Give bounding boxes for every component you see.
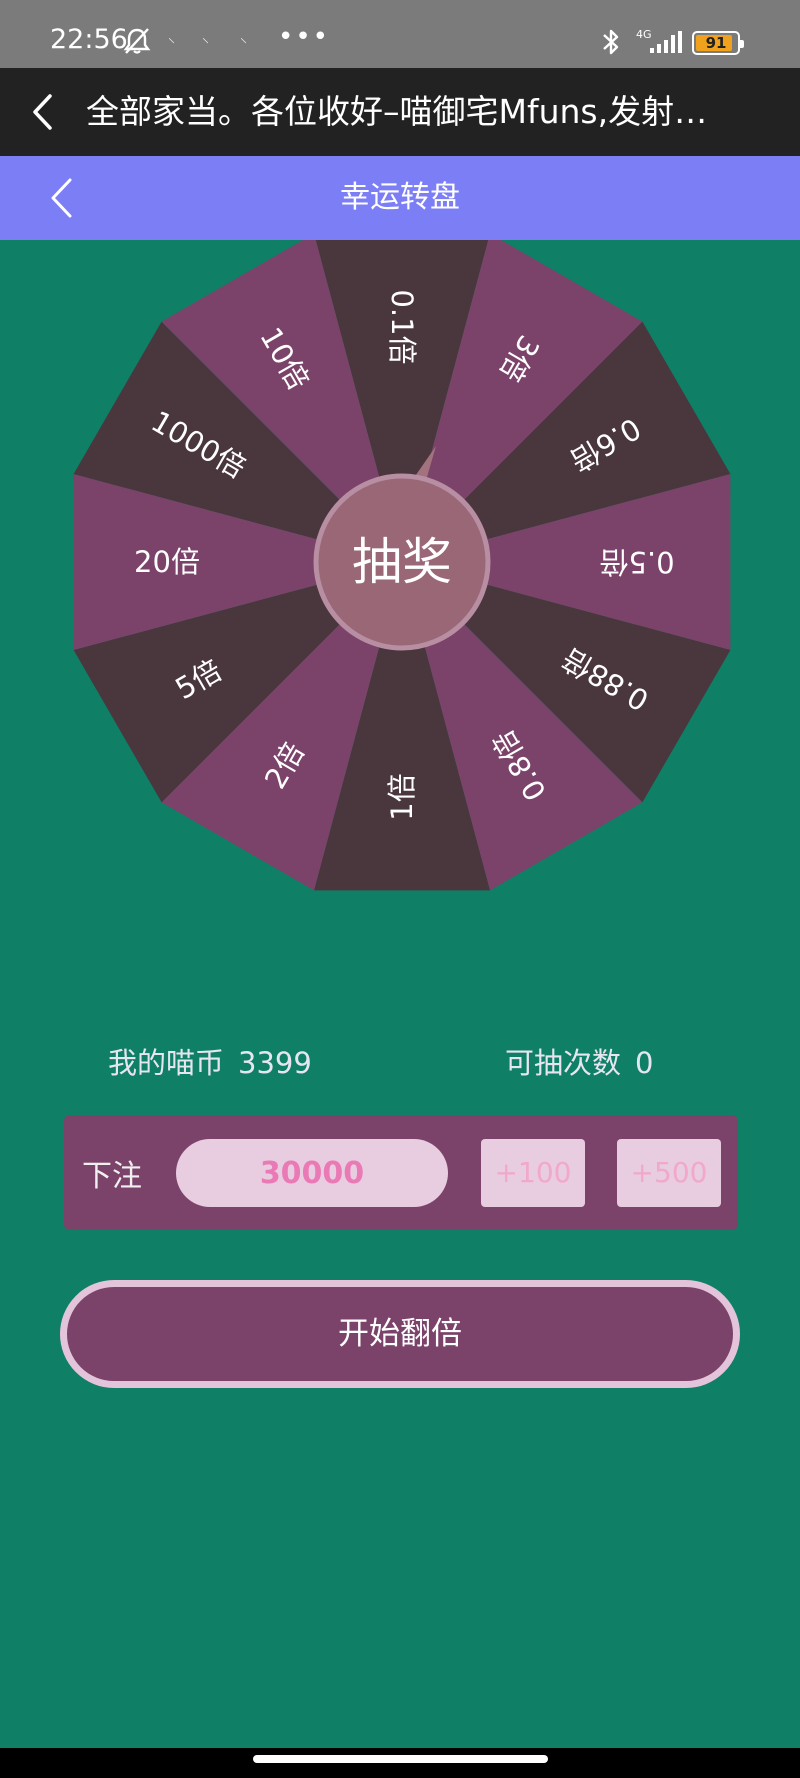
notification-icon: ⸌ xyxy=(202,36,209,52)
page-header: 幸运转盘 xyxy=(0,156,800,240)
draws-label: 可抽次数 xyxy=(505,1046,622,1080)
coins-value: 3399 xyxy=(238,1046,312,1080)
draws-stat: 可抽次数 0 xyxy=(505,1040,653,1082)
lucky-wheel: 0.1倍 3倍0.6倍0.5倍0.88倍0.8倍1倍2倍5倍20倍1000倍10倍… xyxy=(73,240,731,891)
app-bar: 全部家当。各位收好–喵御宅Mfuns,发射… xyxy=(0,68,800,156)
battery-tip xyxy=(740,40,744,48)
wheel-segment-label: 0.5倍 xyxy=(599,545,674,579)
status-bar: 22:56 ⸌ ⸌ ⸌ ••• 4G 91 xyxy=(0,0,800,68)
wheel-segment-label: 1倍 xyxy=(385,773,419,820)
coins-stat: 我的喵币 3399 xyxy=(108,1040,312,1082)
start-doubling-button[interactable]: 开始翻倍 xyxy=(60,1280,740,1388)
navigation-bar xyxy=(0,1748,800,1778)
notification-icon: ⸌ xyxy=(168,36,175,52)
add-100-button[interactable]: +100 xyxy=(481,1139,585,1207)
add-500-button[interactable]: +500 xyxy=(617,1139,721,1207)
battery-icon: 91 xyxy=(692,31,744,55)
app-bar-title: 全部家当。各位收好–喵御宅Mfuns,发射… xyxy=(86,92,708,131)
wheel-segment-label: 20倍 xyxy=(134,545,200,579)
status-time: 22:56 xyxy=(50,24,128,55)
wheel-segment-label: 0.1倍 xyxy=(385,289,419,364)
spin-button-label[interactable]: 抽奖 xyxy=(352,533,452,591)
back-icon[interactable] xyxy=(30,92,56,132)
bet-panel: 下注 +100 +500 xyxy=(64,1115,738,1230)
signal-icon xyxy=(650,31,682,53)
bluetooth-icon xyxy=(603,29,619,55)
page-title: 幸运转盘 xyxy=(340,180,460,215)
notification-icon: ⸌ xyxy=(240,36,247,52)
draws-value: 0 xyxy=(635,1046,654,1080)
bet-amount-input[interactable] xyxy=(176,1139,448,1207)
bet-label: 下注 xyxy=(82,1159,142,1194)
more-notifications-icon: ••• xyxy=(278,22,331,52)
battery-percent: 91 xyxy=(705,34,727,52)
home-gesture-handle[interactable] xyxy=(253,1755,548,1763)
coins-label: 我的喵币 xyxy=(108,1046,225,1080)
notifications-muted-icon xyxy=(123,28,151,54)
